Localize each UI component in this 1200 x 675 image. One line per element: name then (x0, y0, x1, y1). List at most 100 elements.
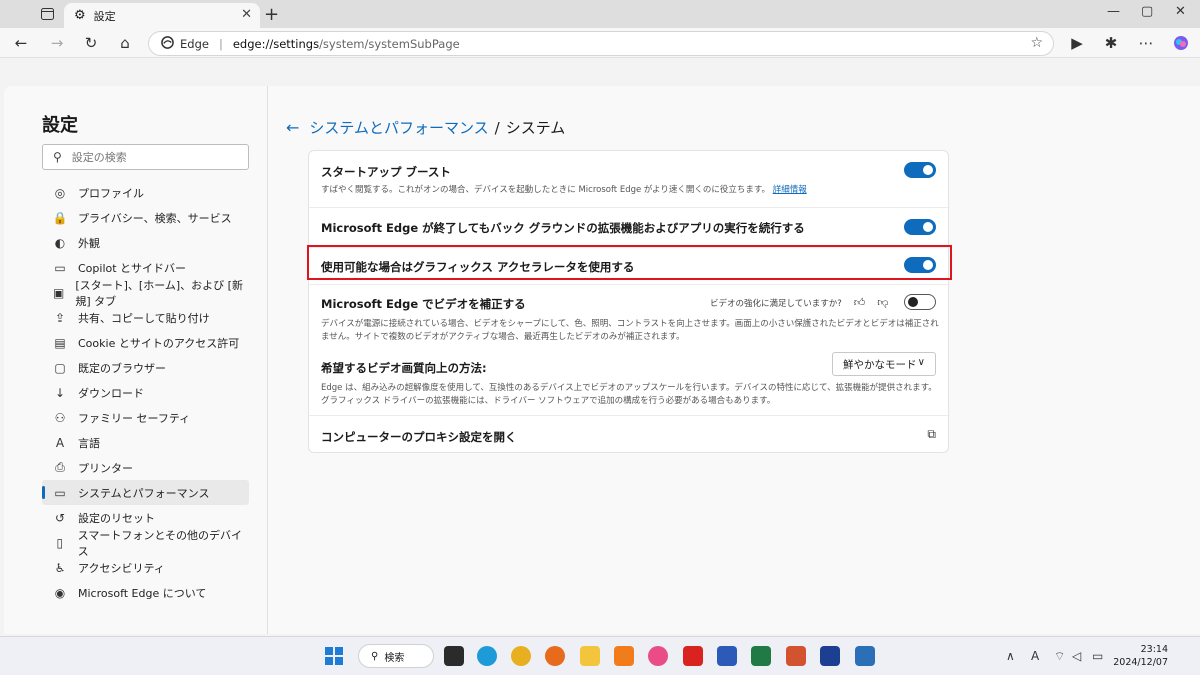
breadcrumb-parent-link[interactable]: システムとパフォーマンス (309, 117, 488, 138)
tab-title: 設定 (93, 9, 116, 23)
video-feedback-text: ビデオの強化に満足していますか? (710, 298, 842, 309)
address-bar[interactable]: Edge | edge://settings/system/systemSubP… (148, 31, 1054, 56)
firefox-icon[interactable] (545, 646, 565, 666)
clock-date: 2024/12/07 (1113, 657, 1168, 668)
start-icon[interactable] (324, 646, 344, 666)
favorite-star-icon[interactable]: ☆ (1030, 35, 1043, 51)
sidebar-item[interactable]: ⇪ 共有、コピーして貼り付け (42, 305, 249, 330)
family-icon: ⚇ (54, 410, 66, 425)
sidebar-item[interactable]: ▭ システムとパフォーマンス (42, 480, 249, 505)
sidebar-item-label: スマートフォンとその他のデバイス (77, 528, 242, 558)
copilot-icon[interactable] (1170, 32, 1192, 54)
sidebar-item[interactable]: ▢ 既定のブラウザー (42, 355, 249, 380)
cookie-icon: ▤ (54, 335, 66, 350)
tab-actions-icon[interactable] (36, 5, 58, 23)
sidebar-item-label: プライバシー、検索、サービス (78, 211, 232, 225)
open-external-icon[interactable]: ⧉ (927, 427, 936, 442)
sidebar-item[interactable]: 🔒 プライバシー、検索、サービス (42, 205, 249, 230)
upscale-method-desc: Edge は、組み込みの超解像度を使用して、互換性のあるデバイス上でビデオのアッ… (321, 383, 937, 406)
home-tab-icon: ▣ (52, 285, 65, 300)
chevron-up-icon[interactable]: ∧ (1006, 649, 1015, 663)
sidebar-item[interactable]: ⎙ プリンター (42, 455, 249, 480)
speaker-icon[interactable]: ◁ (1072, 649, 1081, 663)
sidebar-item[interactable]: ▤ Cookie とサイトのアクセス許可 (42, 330, 249, 355)
download-icon: ↓ (54, 385, 66, 400)
lock-icon: 🔒 (52, 210, 68, 225)
background-run-toggle[interactable] (904, 219, 936, 235)
sidebar-item[interactable]: ◐ 外観 (42, 230, 249, 255)
learn-more-link[interactable]: 詳細情報 (773, 185, 807, 195)
excel-icon[interactable] (751, 646, 771, 666)
clock[interactable]: 23:14 2024/12/07 (1112, 643, 1168, 669)
sidebar-item-label: Cookie とサイトのアクセス許可 (78, 336, 240, 350)
browser-toolbar: ← → ↻ ⌂ Edge | edge://settings/system/sy… (0, 28, 1200, 58)
sidebar-item[interactable]: ↓ ダウンロード (42, 380, 249, 405)
upscale-mode-dropdown[interactable]: 鮮やかなモード ∨ (832, 352, 936, 376)
sidebar-item[interactable]: ▣ [スタート]、[ホーム]、および [新規] タブ (42, 279, 249, 308)
thumbs-down-icon[interactable]: 👎︎ (877, 296, 888, 309)
url-path: /system/systemSubPage (319, 36, 460, 51)
sidebar-item-label: ダウンロード (78, 386, 144, 400)
pdf-icon[interactable] (683, 646, 703, 666)
language-icon: A (55, 435, 65, 450)
startup-boost-desc: すばやく閲覧する。これがオンの場合、デバイスを起動したときに Microsoft… (321, 184, 807, 197)
sidebar-nav: ◎ プロファイル 🔒 プライバシー、検索、サービス ◐ 外観 ▭ Copilot とサイドバー… (42, 180, 249, 605)
sidebar-item[interactable]: ♿ アクセシビリティ (42, 555, 249, 580)
close-window-icon[interactable]: ✕ (1175, 4, 1186, 19)
sidebar-icon: ▭ (54, 260, 66, 275)
maximize-icon[interactable]: ▢ (1141, 4, 1153, 19)
more-menu-icon[interactable]: ⋯ (1135, 32, 1157, 54)
task-view-icon[interactable] (444, 646, 464, 666)
sidebar-item[interactable]: A 言語 (42, 430, 249, 455)
home-icon[interactable]: ⌂ (114, 32, 136, 54)
share-icon: ⇪ (54, 310, 66, 325)
sidebar-item[interactable]: ▯ スマートフォンとその他のデバイス (42, 529, 249, 558)
edge-taskbar-icon[interactable] (477, 646, 497, 666)
startup-boost-title: スタートアップ ブースト (321, 165, 451, 179)
settings-search-input[interactable]: ⚲ 設定の検索 (42, 144, 249, 170)
sidebar-item[interactable]: ◎ プロファイル (42, 180, 249, 205)
extensions-icon[interactable]: ✱ (1100, 32, 1122, 54)
vlc-icon[interactable] (614, 646, 634, 666)
sidebar-item-label: 言語 (78, 436, 100, 450)
store-icon[interactable] (855, 646, 875, 666)
read-aloud-icon[interactable]: ▶ (1066, 32, 1088, 54)
taskbar-search[interactable]: ⚲ 検索 (358, 644, 434, 668)
close-tab-icon[interactable]: ✕ (241, 7, 252, 22)
video-feedback: ビデオの強化に満足していますか? 👍︎ 👎︎ (710, 296, 888, 309)
proxy-settings-title[interactable]: コンピューターのプロキシ設定を開く (321, 429, 517, 445)
back-arrow-icon[interactable]: ← (286, 118, 299, 137)
input-method-icon[interactable]: A (1031, 649, 1039, 663)
back-icon[interactable]: ← (10, 32, 32, 54)
video-enhance-toggle[interactable] (904, 294, 936, 310)
l-app-icon[interactable] (820, 646, 840, 666)
chrome-icon[interactable] (511, 646, 531, 666)
refresh-icon[interactable]: ↻ (80, 32, 102, 54)
forward-icon[interactable]: → (46, 32, 68, 54)
powerpoint-icon[interactable] (786, 646, 806, 666)
sidebar-item-label: Copilot とサイドバー (78, 261, 187, 275)
tab-settings[interactable]: ⚙ 設定 ✕ (64, 3, 260, 28)
divider (309, 207, 950, 208)
word-icon[interactable] (717, 646, 737, 666)
sidebar-item-label: アクセシビリティ (78, 561, 165, 575)
sidebar-item-label: プリンター (78, 461, 133, 475)
dropdown-value: 鮮やかなモード (843, 358, 917, 371)
sidebar-item[interactable]: ⚇ ファミリー セーフティ (42, 405, 249, 430)
wifi-icon[interactable]: ⌔ (1054, 649, 1065, 664)
omnibox-label: Edge (180, 36, 209, 51)
new-tab-icon[interactable]: + (264, 4, 279, 25)
sidebar-item[interactable]: ◉ Microsoft Edge について (42, 580, 249, 605)
phone-icon: ▯ (56, 535, 64, 550)
appearance-icon: ◐ (54, 235, 66, 250)
music-icon[interactable] (648, 646, 668, 666)
startup-boost-toggle[interactable] (904, 162, 936, 178)
thumbs-up-icon[interactable]: 👍︎ (854, 296, 866, 309)
minimize-icon[interactable]: — (1107, 4, 1120, 19)
breadcrumb-separator: / (494, 118, 500, 137)
folder-icon[interactable] (580, 646, 600, 666)
search-placeholder: 設定の検索 (71, 151, 127, 164)
battery-icon[interactable]: ▭ (1092, 649, 1103, 663)
divider (309, 284, 950, 285)
highlight-box (307, 245, 952, 280)
